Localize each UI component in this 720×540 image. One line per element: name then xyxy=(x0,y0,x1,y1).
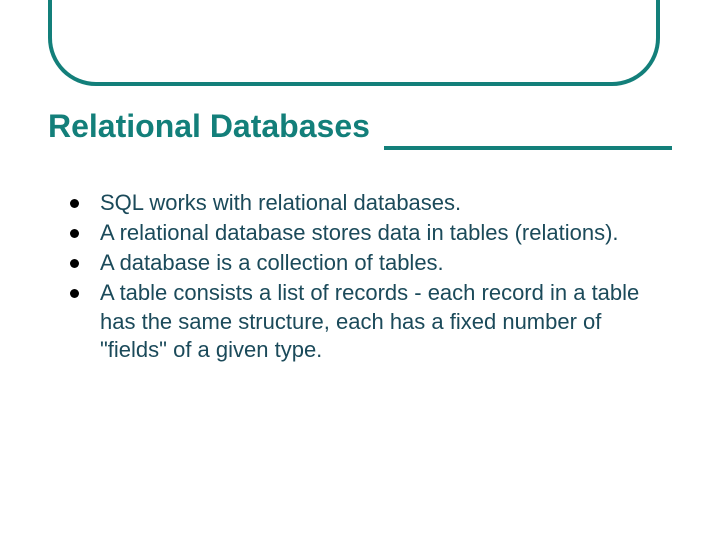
slide-content: Relational Databases SQL works with rela… xyxy=(0,0,720,364)
slide-title: Relational Databases xyxy=(48,108,384,153)
list-item: SQL works with relational databases. xyxy=(70,189,672,217)
list-item: A relational database stores data in tab… xyxy=(70,219,672,247)
list-item: A table consists a list of records - eac… xyxy=(70,279,672,363)
list-item: A database is a collection of tables. xyxy=(70,249,672,277)
bullet-list: SQL works with relational databases. A r… xyxy=(48,189,672,364)
